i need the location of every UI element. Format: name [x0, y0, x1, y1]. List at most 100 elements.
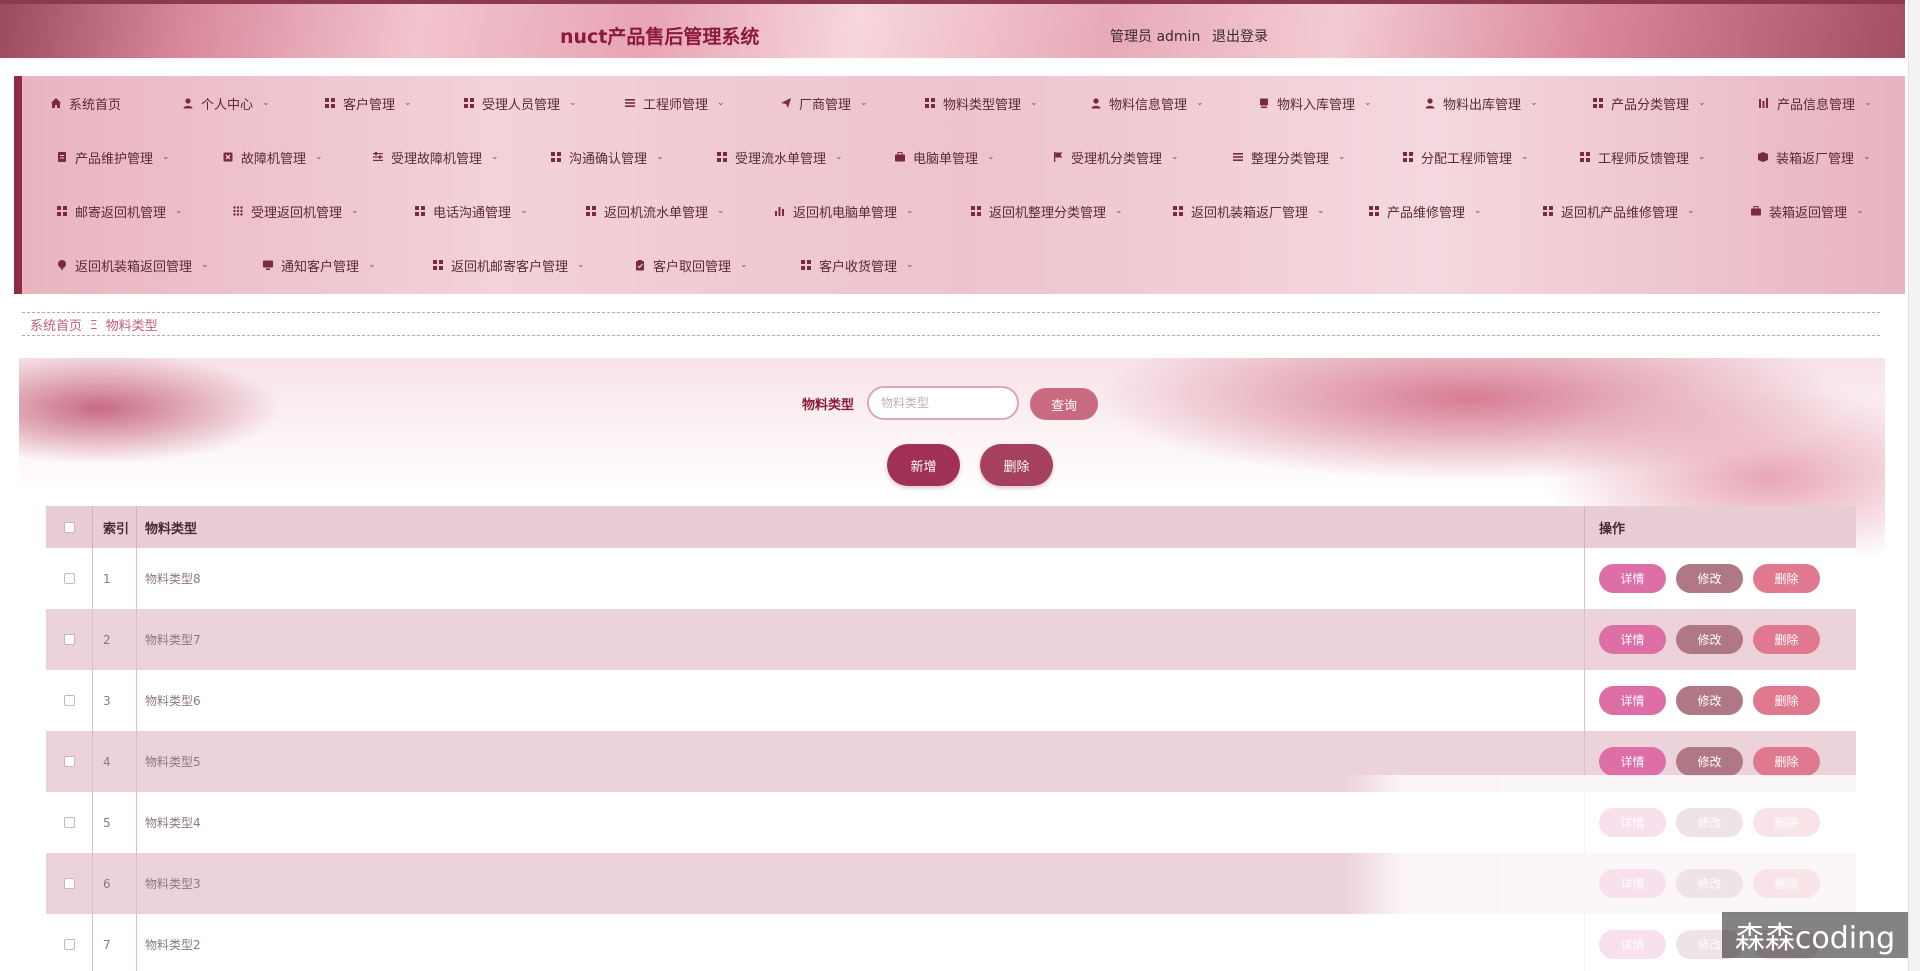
nav-item-label: 物料类型管理: [943, 97, 1022, 113]
chevron-down-icon: ⌄: [1364, 98, 1372, 108]
nav-item[interactable]: 个人中心 ⌄: [182, 88, 270, 118]
nav-item[interactable]: 产品信息管理 ⌄: [1758, 88, 1872, 118]
search-input[interactable]: [867, 386, 1019, 420]
nav-item[interactable]: 物料类型管理 ⌄: [924, 88, 1038, 118]
nav-item[interactable]: 返回机装箱返回管理 ⌄: [56, 250, 209, 280]
nav-item[interactable]: 受理机分类管理 ⌄: [1052, 142, 1179, 172]
nav-item-label: 受理流水单管理: [735, 151, 827, 167]
chevron-down-icon: ⌄: [906, 206, 914, 216]
delete-button[interactable]: 删除: [1753, 808, 1820, 837]
detail-button[interactable]: 详情: [1599, 808, 1666, 837]
nav-item[interactable]: 返回机整理分类管理 ⌄: [970, 196, 1123, 226]
nav-item[interactable]: 返回机电脑单管理 ⌄: [774, 196, 914, 226]
nav-item-label: 客户管理: [343, 97, 396, 113]
nav-item[interactable]: 客户取回管理 ⌄: [634, 250, 748, 280]
chevron-down-icon: ⌄: [860, 98, 868, 108]
chevron-down-icon: ⌄: [1196, 98, 1204, 108]
add-button[interactable]: 新增: [887, 444, 960, 486]
detail-button[interactable]: 详情: [1599, 686, 1666, 715]
nav-row-4: 返回机装箱返回管理 ⌄ 通知客户管理 ⌄ 返回机邮寄客户管理 ⌄ 客户取回管理 ⌄ 客户收货管理…: [22, 238, 1905, 292]
nav-item[interactable]: 装箱返厂管理 ⌄: [1757, 142, 1871, 172]
edit-button[interactable]: 修改: [1676, 808, 1743, 837]
nav-item[interactable]: 工程师管理 ⌄: [624, 88, 725, 118]
nav-item[interactable]: 受理流水单管理 ⌄: [716, 142, 843, 172]
nav-item[interactable]: 返回机邮寄客户管理 ⌄: [432, 250, 585, 280]
batch-delete-button[interactable]: 删除: [980, 444, 1053, 486]
search-label: 物料类型: [802, 398, 855, 413]
nav-item[interactable]: 分配工程师管理 ⌄: [1402, 142, 1529, 172]
edit-button[interactable]: 修改: [1676, 625, 1743, 654]
row-checkbox[interactable]: [63, 573, 75, 584]
nav-item[interactable]: 沟通确认管理 ⌄: [550, 142, 664, 172]
nav-item[interactable]: 受理返回机管理 ⌄: [232, 196, 359, 226]
nav-item[interactable]: 受理故障机管理 ⌄: [372, 142, 499, 172]
header-index: 索引: [92, 506, 136, 548]
nav-item[interactable]: 客户收货管理 ⌄: [800, 250, 914, 280]
edit-button[interactable]: 修改: [1676, 869, 1743, 898]
breadcrumb-bottom-divider: [22, 335, 1880, 336]
select-all-checkbox[interactable]: [63, 521, 75, 533]
logout-link[interactable]: 退出登录: [1212, 26, 1268, 46]
nav-item[interactable]: 电脑单管理 ⌄: [894, 142, 995, 172]
detail-button[interactable]: 详情: [1599, 930, 1666, 959]
nav-item[interactable]: 产品维修管理 ⌄: [1368, 196, 1482, 226]
nav-item[interactable]: 电话沟通管理 ⌄: [414, 196, 528, 226]
nav-item[interactable]: 整理分类管理 ⌄: [1232, 142, 1346, 172]
doc-icon: [56, 151, 68, 163]
nav-item-label: 返回机装箱返回管理: [75, 259, 193, 275]
detail-button[interactable]: 详情: [1599, 564, 1666, 593]
table-row: 7 物料类型2 详情 修改 删除: [46, 914, 1856, 971]
delete-button[interactable]: 删除: [1753, 686, 1820, 715]
header-name: 物料类型: [136, 506, 1584, 548]
nav-item[interactable]: 产品维护管理 ⌄: [56, 142, 170, 172]
row-name: 物料类型6: [136, 670, 1584, 731]
nav-item[interactable]: 故障机管理 ⌄: [222, 142, 323, 172]
row-checkbox[interactable]: [63, 756, 75, 767]
nav-item[interactable]: 邮寄返回机管理 ⌄: [56, 196, 183, 226]
detail-button[interactable]: 详情: [1599, 625, 1666, 654]
row-checkbox[interactable]: [63, 634, 75, 645]
nav-item[interactable]: 通知客户管理 ⌄: [262, 250, 376, 280]
row-checkbox[interactable]: [63, 695, 75, 706]
edit-button[interactable]: 修改: [1676, 686, 1743, 715]
grid-icon: [585, 205, 597, 217]
delete-button[interactable]: 删除: [1753, 869, 1820, 898]
nav-item[interactable]: 返回机产品维修管理 ⌄: [1542, 196, 1695, 226]
breadcrumb-current: 物料类型: [105, 319, 158, 334]
nav-row-1: 系统首页 个人中心 ⌄ 客户管理 ⌄ 受理人员管理 ⌄ 工程师管理 ⌄ 厂商管理 ⌄ 物料类型管理 ⌄ 物…: [22, 76, 1905, 130]
nav-item[interactable]: 装箱返回管理 ⌄: [1750, 196, 1864, 226]
nav-item[interactable]: 物料入库管理 ⌄: [1258, 88, 1372, 118]
row-checkbox[interactable]: [63, 878, 75, 889]
edit-button[interactable]: 修改: [1676, 747, 1743, 776]
delete-button[interactable]: 删除: [1753, 564, 1820, 593]
row-checkbox-cell: [46, 731, 92, 792]
nav-item[interactable]: 受理人员管理 ⌄: [463, 88, 577, 118]
nav-item[interactable]: 产品分类管理 ⌄: [1592, 88, 1706, 118]
row-checkbox[interactable]: [63, 939, 75, 950]
chevron-down-icon: ⌄: [491, 152, 499, 162]
nav-item[interactable]: 系统首页: [50, 88, 121, 118]
nav-item-label: 个人中心: [201, 97, 254, 113]
delete-button[interactable]: 删除: [1753, 747, 1820, 776]
query-button[interactable]: 查询: [1030, 388, 1098, 420]
nav-item[interactable]: 返回机流水单管理 ⌄: [585, 196, 725, 226]
delete-button[interactable]: 删除: [1753, 625, 1820, 654]
breadcrumb-home[interactable]: 系统首页: [30, 315, 82, 334]
nav-item-label: 受理返回机管理: [251, 205, 343, 221]
row-checkbox[interactable]: [63, 817, 75, 828]
nav-item[interactable]: 厂商管理 ⌄: [780, 88, 868, 118]
nav-item[interactable]: 返回机装箱返厂管理 ⌄: [1172, 196, 1325, 226]
nav-row-3: 邮寄返回机管理 ⌄ 受理返回机管理 ⌄ 电话沟通管理 ⌄ 返回机流水单管理 ⌄ 返回机电脑单管理…: [22, 184, 1905, 238]
nav-item[interactable]: 物料信息管理 ⌄: [1090, 88, 1204, 118]
detail-button[interactable]: 详情: [1599, 747, 1666, 776]
nav-item[interactable]: 客户管理 ⌄: [324, 88, 412, 118]
page-scrollbar[interactable]: [1908, 0, 1920, 971]
nav-item[interactable]: 物料出库管理 ⌄: [1424, 88, 1538, 118]
grid-icon: [716, 151, 728, 163]
detail-button[interactable]: 详情: [1599, 869, 1666, 898]
edit-button[interactable]: 修改: [1676, 564, 1743, 593]
nav-item[interactable]: 工程师反馈管理 ⌄: [1579, 142, 1706, 172]
nav-item-label: 受理故障机管理: [391, 151, 483, 167]
nav-item-label: 工程师反馈管理: [1598, 151, 1690, 167]
row-name: 物料类型2: [136, 914, 1584, 971]
